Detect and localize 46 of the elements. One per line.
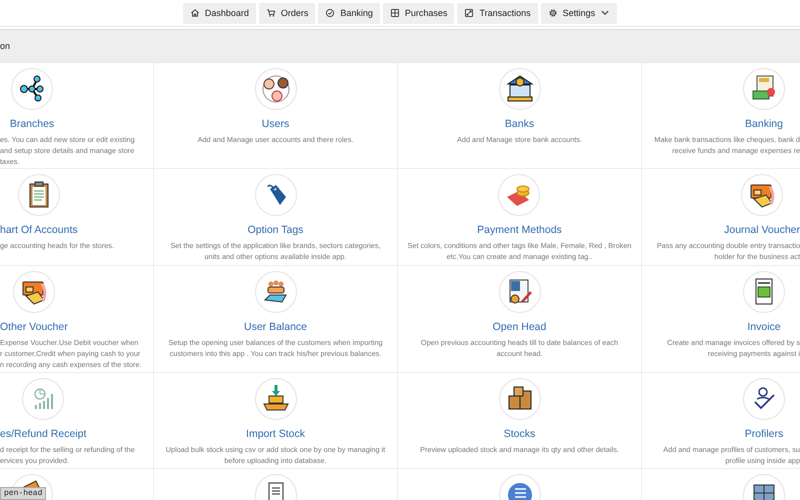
network-icon — [11, 68, 53, 110]
bank-icon — [498, 68, 540, 110]
nav-tab[interactable]: Purchases — [382, 2, 454, 24]
nav-tab[interactable]: Orders — [258, 2, 316, 24]
transfer-icon — [464, 8, 474, 18]
home-icon — [190, 8, 200, 18]
grid-icon — [390, 8, 400, 18]
card-title: Option Tags — [248, 224, 304, 236]
card-title: Other Voucher — [0, 321, 68, 333]
card-title: Payment Methods — [477, 224, 562, 236]
card-title: Branches — [10, 118, 54, 130]
card-title: Journal Voucher — [724, 224, 800, 236]
voucher-hand-icon — [12, 271, 55, 313]
card-coins-icon — [498, 174, 540, 216]
card-title: Invoice — [747, 321, 781, 333]
profile-check-icon — [743, 378, 785, 420]
section-title: on — [0, 41, 10, 51]
tag-icon — [254, 174, 296, 216]
nav-tab[interactable]: Dashboard — [182, 2, 256, 24]
tax-bill-icon — [743, 68, 785, 110]
card-title: Profilers — [744, 428, 784, 440]
check-circle-icon — [325, 8, 336, 18]
nav-tab[interactable]: Banking — [318, 2, 380, 24]
card-title: Banking — [745, 118, 783, 130]
card-title: Stocks — [504, 428, 536, 440]
boxes-icon — [498, 378, 540, 420]
cart-icon — [266, 8, 276, 18]
clipboard-icon — [18, 174, 60, 216]
card-title: Open Head — [492, 321, 546, 333]
card-title: hart Of Accounts — [0, 224, 78, 236]
card-title: Import Stock — [246, 428, 305, 440]
status-tooltip: pen-head — [0, 487, 46, 500]
people-icon — [254, 68, 296, 110]
voucher-hand-icon — [741, 174, 784, 216]
card-title: User Balance — [244, 321, 308, 333]
card-title: Banks — [504, 118, 534, 130]
card-title: es/Refund Receipt — [0, 428, 86, 440]
card-title: Users — [262, 118, 290, 130]
nav-tab[interactable]: Settings — [540, 2, 618, 24]
caret-icon — [600, 8, 610, 18]
invoice-icon — [743, 271, 785, 313]
nav-tab[interactable]: Transactions — [457, 2, 538, 24]
ledger-icon — [498, 271, 540, 313]
chart-report-icon — [22, 378, 64, 420]
settings-icon — [548, 8, 558, 18]
hand-people-icon — [254, 271, 296, 313]
